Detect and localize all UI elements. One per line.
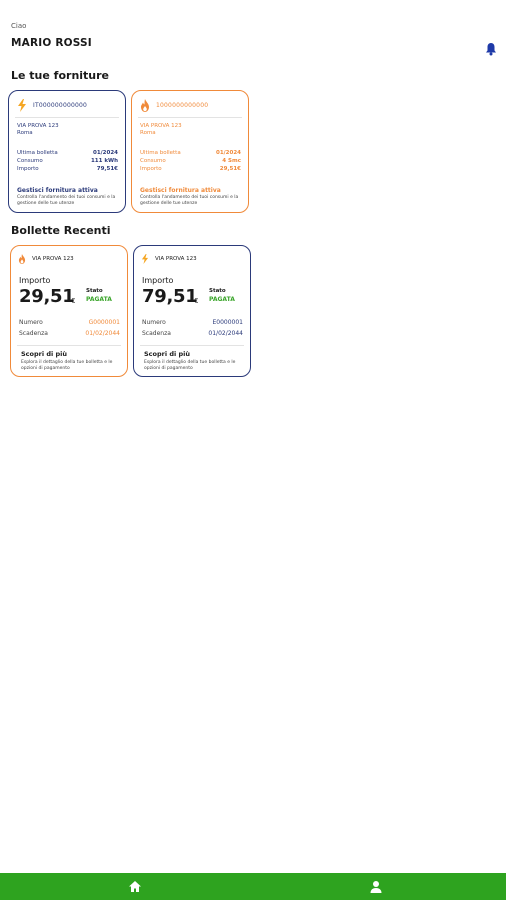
divider bbox=[17, 345, 121, 346]
profile-icon[interactable] bbox=[369, 880, 383, 893]
status-label: Stato bbox=[86, 288, 103, 294]
greeting-text: Ciao bbox=[11, 22, 27, 30]
flame-icon bbox=[18, 254, 26, 264]
bill-details: Numero E0000001 Scadenza 01/02/2044 bbox=[142, 319, 243, 337]
currency-symbol: € bbox=[194, 297, 199, 305]
discover-more-link[interactable]: Scopri di più bbox=[21, 350, 67, 358]
flame-icon bbox=[141, 98, 149, 112]
amount-label: Importo bbox=[19, 276, 51, 285]
lightning-icon bbox=[141, 254, 149, 264]
supply-address: VIA PROVA 123 Roma bbox=[140, 123, 182, 136]
user-name: MARIO ROSSI bbox=[11, 37, 92, 49]
bill-description: Esplora il dettaglio della tue bolletta … bbox=[144, 360, 236, 371]
divider bbox=[138, 117, 242, 118]
supply-details: Ultima bolletta 01/2024 Consumo 4 Smc Impo… bbox=[140, 150, 241, 172]
manage-supply-link[interactable]: Gestisci fornitura attiva bbox=[17, 187, 98, 194]
bill-amount: 29,51 bbox=[19, 286, 75, 307]
bill-description: Esplora il dettaglio della tue bolletta … bbox=[21, 360, 113, 371]
supply-address: VIA PROVA 123 Roma bbox=[17, 123, 59, 136]
status-badge: PAGATA bbox=[86, 296, 112, 303]
bill-address: VIA PROVA 123 bbox=[32, 256, 74, 262]
supplies-section-title: Le tue forniture bbox=[11, 69, 110, 82]
discover-more-link[interactable]: Scopri di più bbox=[144, 350, 190, 358]
status-label: Stato bbox=[209, 288, 226, 294]
supply-code: 1000000000000 bbox=[156, 101, 209, 109]
home-icon[interactable] bbox=[128, 880, 142, 893]
lightning-icon bbox=[18, 98, 26, 112]
divider bbox=[15, 117, 119, 118]
bill-amount: 79,51 bbox=[142, 286, 198, 307]
bills-section-title: Bollette Recenti bbox=[11, 224, 111, 237]
supply-details: Ultima bolletta 01/2024 Consumo 111 kWh Im… bbox=[17, 150, 118, 172]
bell-icon[interactable] bbox=[485, 42, 497, 56]
bill-address: VIA PROVA 123 bbox=[155, 256, 197, 262]
status-badge: PAGATA bbox=[209, 296, 235, 303]
supply-card-electricity[interactable]: IT000000000000 VIA PROVA 123 Roma Ultima… bbox=[8, 90, 126, 213]
supply-code: IT000000000000 bbox=[33, 101, 88, 109]
supply-description: Controlla l'andamento dei tuoi consumi e… bbox=[140, 195, 239, 206]
bill-card-gas[interactable]: VIA PROVA 123 Importo 29,51 € Stato PAGA… bbox=[10, 245, 128, 377]
bill-details: Numero G0000001 Scadenza 01/02/2044 bbox=[19, 319, 120, 337]
currency-symbol: € bbox=[71, 297, 76, 305]
manage-supply-link[interactable]: Gestisci fornitura attiva bbox=[140, 187, 221, 194]
divider bbox=[140, 345, 244, 346]
supply-description: Controlla l'andamento dei tuoi consumi e… bbox=[17, 195, 116, 206]
bill-card-electricity[interactable]: VIA PROVA 123 Importo 79,51 € Stato PAGA… bbox=[133, 245, 251, 377]
amount-label: Importo bbox=[142, 276, 174, 285]
supply-card-gas[interactable]: 1000000000000 VIA PROVA 123 Roma Ultima … bbox=[131, 90, 249, 213]
bottom-navigation-bar bbox=[0, 873, 506, 900]
